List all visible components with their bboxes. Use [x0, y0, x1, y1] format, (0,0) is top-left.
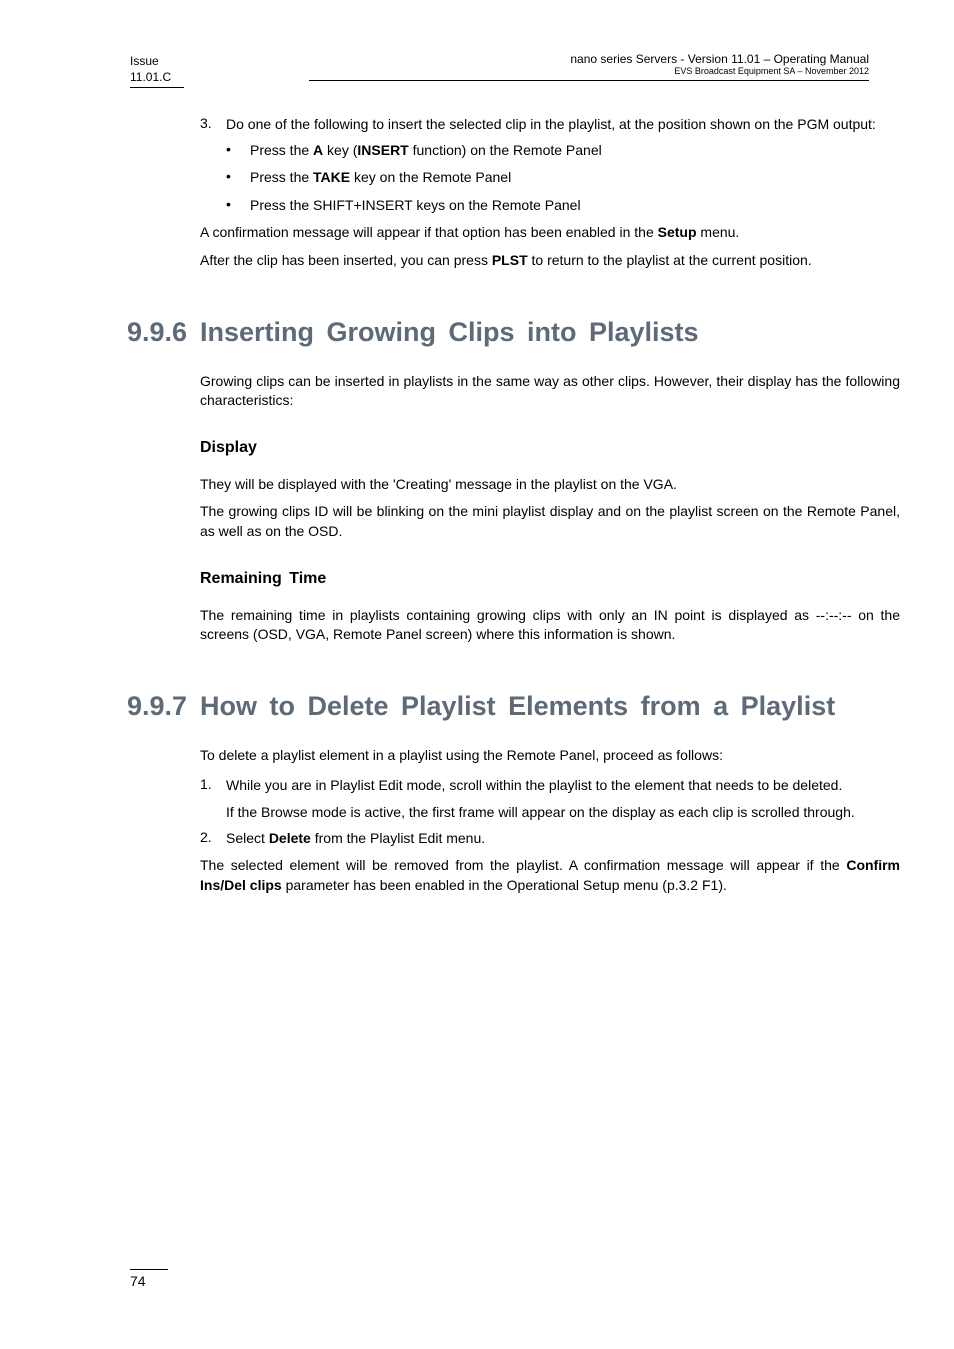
heading-number: 9.9.6 [127, 313, 200, 352]
heading-996: 9.9.6 Inserting Growing Clips into Playl… [127, 313, 900, 352]
doc-title: nano series Servers - Version 11.01 – Op… [309, 52, 869, 66]
bullet-icon: • [226, 196, 250, 212]
bullet-text: Press the TAKE key on the Remote Panel [250, 168, 511, 188]
step-number: 1. [200, 776, 226, 823]
step-2: 2. Select Delete from the Playlist Edit … [200, 829, 900, 849]
paragraph: The remaining time in playlists containi… [200, 606, 900, 645]
paragraph: The growing clips ID will be blinking on… [200, 502, 900, 541]
paragraph: They will be displayed with the 'Creatin… [200, 475, 900, 495]
heading-number: 9.9.7 [127, 687, 200, 726]
doc-subtitle: EVS Broadcast Equipment SA – November 20… [309, 66, 869, 76]
issue-label: Issue [130, 53, 184, 69]
step-3-bullets: • Press the A key (INSERT function) on t… [226, 141, 900, 216]
bullet-icon: • [226, 141, 250, 157]
step-text: While you are in Playlist Edit mode, scr… [226, 776, 855, 823]
page-number: 74 [130, 1269, 168, 1289]
issue-value: 11.01.C [130, 69, 184, 85]
heading-997: 9.9.7 How to Delete Playlist Elements fr… [127, 687, 900, 726]
step-number: 3. [200, 115, 226, 135]
heading-title: How to Delete Playlist Elements from a P… [200, 687, 835, 726]
step-1: 1. While you are in Playlist Edit mode, … [200, 776, 900, 823]
step-number: 2. [200, 829, 226, 849]
subheading-display: Display [200, 439, 900, 457]
heading-title: Inserting Growing Clips into Playlists [200, 313, 699, 352]
page-container: Issue 11.01.C nano series Servers - Vers… [0, 0, 954, 1349]
bullet-item: • Press the TAKE key on the Remote Panel [226, 168, 900, 188]
bullet-text: Press the A key (INSERT function) on the… [250, 141, 602, 161]
paragraph: Growing clips can be inserted in playlis… [200, 372, 900, 411]
content: 3. Do one of the following to insert the… [200, 115, 900, 896]
bullet-text: Press the SHIFT+INSERT keys on the Remot… [250, 196, 581, 216]
step-text: Select Delete from the Playlist Edit men… [226, 829, 485, 849]
paragraph: The selected element will be removed fro… [200, 856, 900, 895]
paragraph: After the clip has been inserted, you ca… [200, 251, 900, 271]
step-3: 3. Do one of the following to insert the… [200, 115, 900, 135]
bullet-item: • Press the SHIFT+INSERT keys on the Rem… [226, 196, 900, 216]
bullet-icon: • [226, 168, 250, 184]
header-right: nano series Servers - Version 11.01 – Op… [309, 52, 869, 81]
step-text: Do one of the following to insert the se… [226, 115, 876, 135]
bullet-item: • Press the A key (INSERT function) on t… [226, 141, 900, 161]
paragraph: A confirmation message will appear if th… [200, 223, 900, 243]
step-subtext: If the Browse mode is active, the first … [226, 803, 855, 823]
subheading-remaining: Remaining Time [200, 570, 900, 588]
issue-box: Issue 11.01.C [130, 53, 184, 88]
paragraph: To delete a playlist element in a playli… [200, 746, 900, 766]
